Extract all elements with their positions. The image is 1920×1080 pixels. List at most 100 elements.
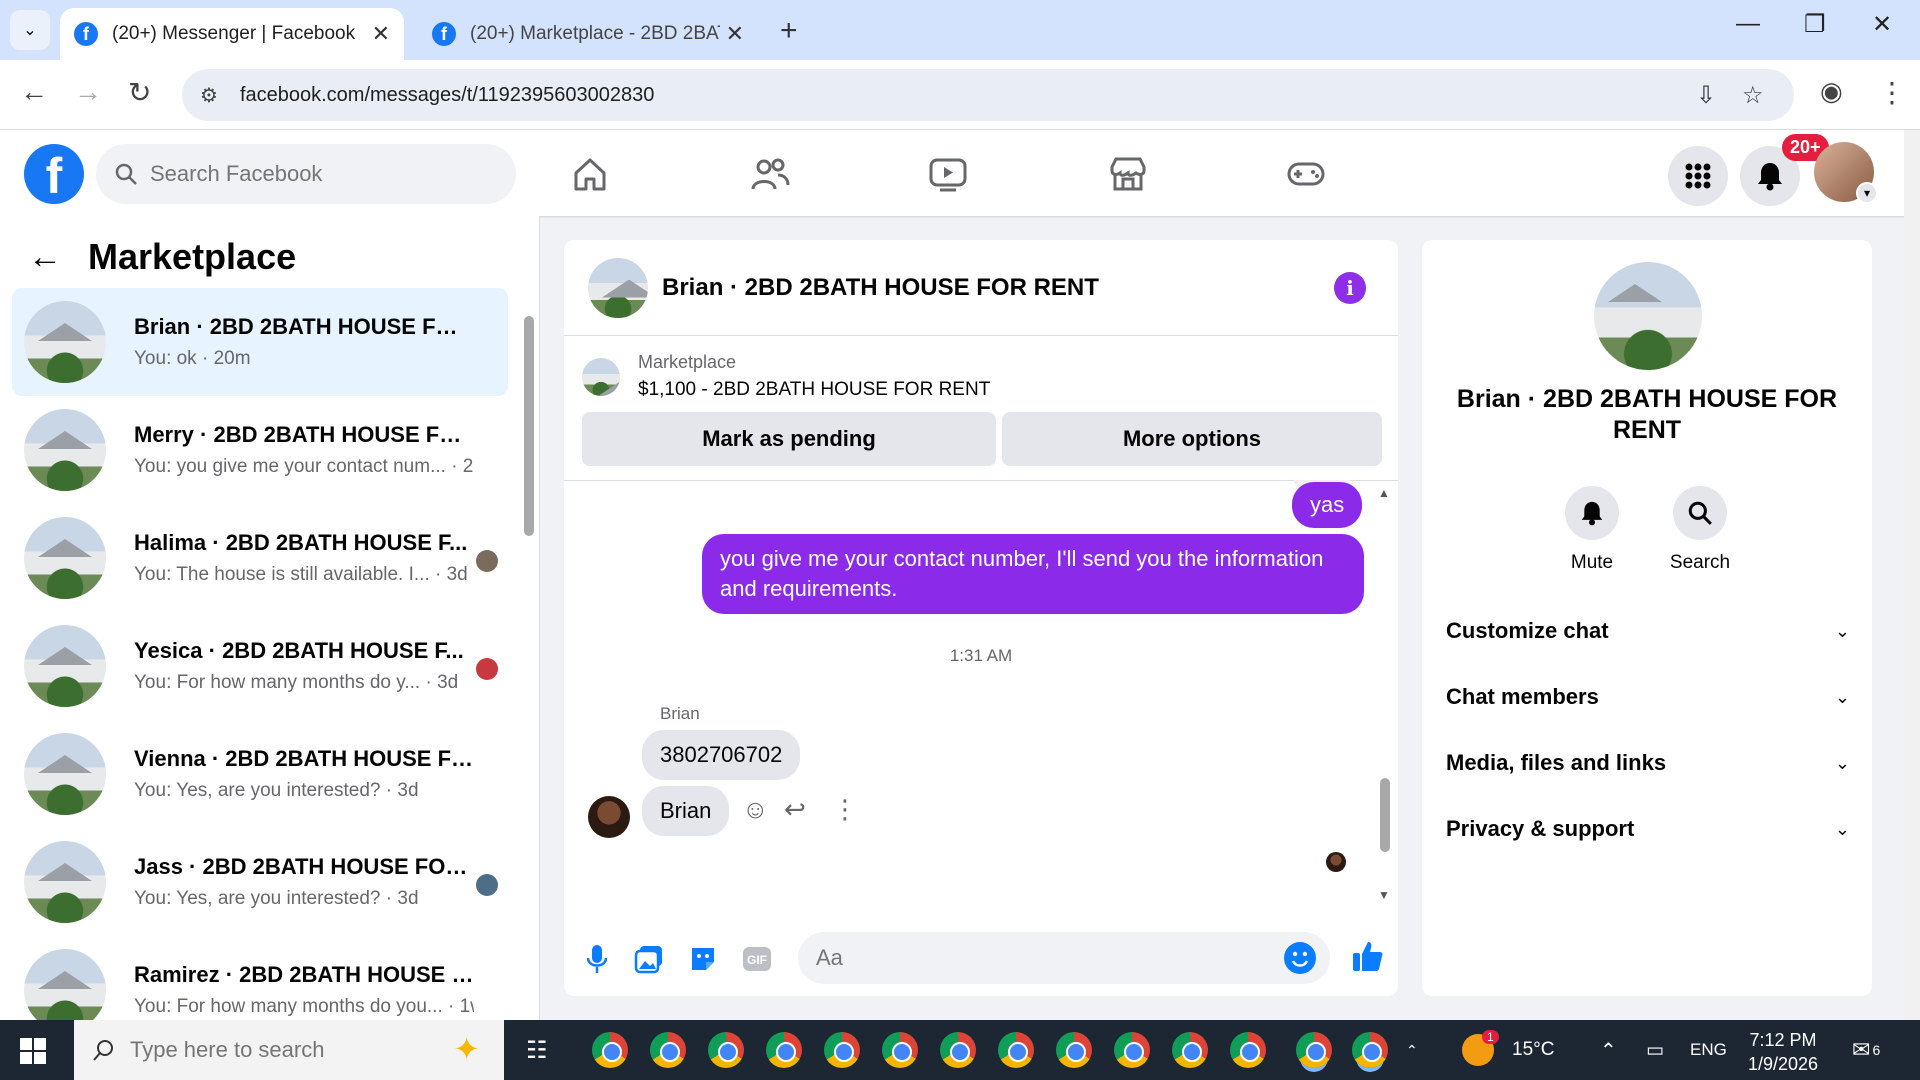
my-message-bubble[interactable]: you give me your contact number, I'll se… xyxy=(702,534,1364,614)
chrome-taskbar-icon[interactable] xyxy=(824,1032,860,1068)
customize-chat-row[interactable]: Customize chat ⌄ xyxy=(1446,618,1850,644)
conversation-name: Ramirez · 2BD 2BATH HOUSE F... xyxy=(134,962,474,987)
show-hidden-icons[interactable]: ⌃ xyxy=(1600,1020,1617,1080)
omnibox[interactable]: ⚙ facebook.com/messages/t/11923956030028… xyxy=(182,69,1794,121)
chrome-taskbar-icon[interactable] xyxy=(1172,1032,1208,1068)
photo-icon[interactable] xyxy=(634,944,664,974)
back-arrow-icon[interactable]: ← xyxy=(28,238,62,277)
conversation-item-yesica[interactable]: Yesica · 2BD 2BATH HOUSE F... You: For h… xyxy=(12,612,508,720)
contact-avatar[interactable] xyxy=(1594,262,1702,370)
sticker-icon[interactable] xyxy=(688,944,718,974)
chrome-taskbar-icon[interactable] xyxy=(998,1032,1034,1068)
taskbar-clock[interactable]: 7:12 PM 1/9/2026 xyxy=(1748,1028,1818,1076)
facebook-search-input[interactable] xyxy=(150,161,480,187)
facebook-logo[interactable]: f xyxy=(24,144,84,204)
new-tab-plus-icon[interactable]: + xyxy=(780,14,798,48)
site-settings-icon[interactable]: ⚙ xyxy=(200,83,218,108)
back-arrow-icon[interactable]: ← xyxy=(20,76,48,108)
marketplace-icon[interactable] xyxy=(1106,152,1150,196)
scroll-down-arrow-icon[interactable]: ▼ xyxy=(1378,888,1390,902)
chrome-taskbar-icon[interactable] xyxy=(882,1032,918,1068)
chrome-taskbar-icon[interactable] xyxy=(1230,1032,1266,1068)
message-input[interactable] xyxy=(816,945,1236,971)
battery-icon[interactable]: ▭ xyxy=(1646,1020,1664,1080)
my-message-bubble[interactable]: yas xyxy=(1292,482,1363,528)
gaming-icon[interactable] xyxy=(1284,152,1328,196)
their-message-bubble[interactable]: 3802706702 xyxy=(642,730,801,780)
emoji-icon[interactable] xyxy=(1284,942,1316,974)
mark-as-pending-button[interactable]: Mark as pending xyxy=(582,412,996,466)
conversation-item-brian[interactable]: Brian · 2BD 2BATH HOUSE FOR ... You: ok … xyxy=(12,288,508,396)
menu-grid-button[interactable] xyxy=(1668,146,1728,206)
language-indicator[interactable]: ENG xyxy=(1690,1020,1727,1080)
restore-icon[interactable]: ❐ xyxy=(1804,10,1826,39)
url-text[interactable]: facebook.com/messages/t/1192395603002830 xyxy=(240,84,654,107)
video-icon[interactable] xyxy=(926,152,970,196)
windows-start-icon[interactable] xyxy=(20,1038,46,1064)
task-view-icon[interactable]: ☷ xyxy=(526,1036,548,1065)
facebook-search[interactable] xyxy=(96,144,516,204)
microphone-icon[interactable] xyxy=(582,944,612,974)
notification-center-icon[interactable]: ✉ 6 xyxy=(1852,1020,1880,1080)
close-tab-icon[interactable]: ✕ xyxy=(726,21,744,47)
conversation-item-merry[interactable]: Merry · 2BD 2BATH HOUSE FOR ... You: you… xyxy=(12,396,508,504)
address-bar-row: ← → ↻ ⚙ facebook.com/messages/t/11923956… xyxy=(0,60,1920,130)
chrome-taskbar-icon[interactable] xyxy=(592,1032,628,1068)
their-message-bubble[interactable]: Brian xyxy=(642,786,730,836)
more-options-button[interactable]: More options xyxy=(1002,412,1382,466)
home-icon[interactable] xyxy=(568,152,612,196)
thumbs-up-icon[interactable] xyxy=(1350,938,1386,974)
scroll-up-arrow-icon[interactable]: ▲ xyxy=(1378,486,1390,500)
close-window-icon[interactable]: ✕ xyxy=(1872,10,1892,39)
minimize-icon[interactable]: — xyxy=(1736,10,1760,38)
conversation-item-vienna[interactable]: Vienna · 2BD 2BATH HOUSE FO... You: Yes,… xyxy=(12,720,508,828)
bookmark-star-icon[interactable]: ☆ xyxy=(1742,81,1764,110)
page-scrollbar[interactable] xyxy=(1904,130,1920,1020)
conversation-item-jass[interactable]: Jass · 2BD 2BATH HOUSE FOR... You: Yes, … xyxy=(12,828,508,936)
friends-icon[interactable] xyxy=(748,152,792,196)
react-emoji-icon[interactable]: ☺ xyxy=(742,794,769,825)
chat-avatar[interactable] xyxy=(588,257,648,318)
taskbar-search-input[interactable] xyxy=(130,1037,430,1063)
sender-avatar[interactable] xyxy=(588,796,630,838)
weather-widget[interactable]: 1 15°C xyxy=(1462,1020,1554,1080)
chrome-taskbar-icon-active[interactable] xyxy=(1296,1032,1332,1068)
tab-marketplace[interactable]: f (20+) Marketplace - 2BD 2BATH ✕ xyxy=(418,8,758,60)
search-in-chat-button[interactable]: Search xyxy=(1650,486,1750,574)
mute-button[interactable]: Mute xyxy=(1542,486,1642,574)
conversation-item-halima[interactable]: Halima · 2BD 2BATH HOUSE F... You: The h… xyxy=(12,504,508,612)
profile-icon[interactable]: ◉ xyxy=(1820,76,1843,107)
more-actions-icon[interactable]: ⋮ xyxy=(832,794,858,825)
privacy-support-row[interactable]: Privacy & support ⌄ xyxy=(1446,816,1850,842)
browser-tab-bar: ⌄ f (20+) Messenger | Facebook ✕ f (20+)… xyxy=(0,0,1920,60)
chevron-down-icon: ⌄ xyxy=(1834,818,1850,839)
chat-title[interactable]: Brian · 2BD 2BATH HOUSE FOR RENT xyxy=(662,274,1099,302)
chat-scroll-thumb[interactable] xyxy=(1380,778,1390,852)
forward-arrow-icon[interactable]: → xyxy=(74,76,102,108)
gif-icon[interactable]: GIF xyxy=(742,944,772,974)
chrome-taskbar-icon-active[interactable] xyxy=(1352,1032,1388,1068)
chrome-taskbar-icon[interactable] xyxy=(940,1032,976,1068)
taskbar-search[interactable]: ✦ xyxy=(74,1020,504,1080)
reply-icon[interactable]: ↩ xyxy=(784,794,806,825)
conversation-scroll-thumb[interactable] xyxy=(524,316,534,536)
tab-search-button[interactable]: ⌄ xyxy=(10,10,50,50)
kebab-menu-icon[interactable]: ⋮ xyxy=(1878,76,1906,109)
tab-messenger[interactable]: f (20+) Messenger | Facebook ✕ xyxy=(60,8,404,60)
info-icon[interactable]: i xyxy=(1334,272,1366,304)
chrome-taskbar-icon[interactable] xyxy=(766,1032,802,1068)
account-avatar[interactable]: ▾ xyxy=(1814,142,1878,204)
close-tab-icon[interactable]: ✕ xyxy=(372,21,390,47)
install-app-icon[interactable]: ⇩ xyxy=(1696,81,1716,110)
chat-members-row[interactable]: Chat members ⌄ xyxy=(1446,684,1850,710)
media-files-links-row[interactable]: Media, files and links ⌄ xyxy=(1446,750,1850,776)
listing-banner[interactable]: Marketplace $1,100 - 2BD 2BATH HOUSE FOR… xyxy=(582,352,990,401)
reload-icon[interactable]: ↻ xyxy=(128,76,151,109)
chrome-taskbar-icon[interactable] xyxy=(650,1032,686,1068)
message-input-field[interactable] xyxy=(798,932,1330,984)
chrome-taskbar-icon[interactable] xyxy=(1056,1032,1092,1068)
chrome-taskbar-icon[interactable] xyxy=(708,1032,744,1068)
tray-overflow-icon[interactable]: ⌃ xyxy=(1406,1020,1418,1080)
chrome-taskbar-icon[interactable] xyxy=(1114,1032,1150,1068)
house-thumbnail xyxy=(24,625,106,707)
